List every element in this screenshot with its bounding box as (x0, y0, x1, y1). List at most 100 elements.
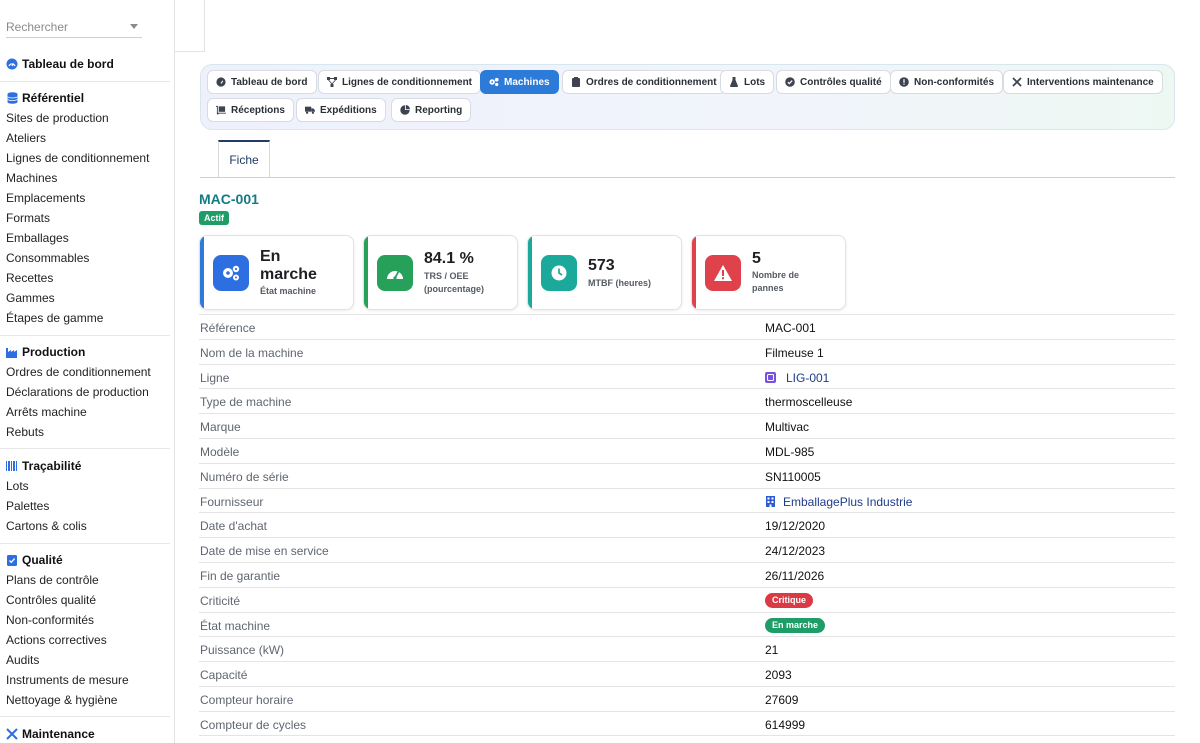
detail-row: Date de mise en service 24/12/2023 (199, 537, 1175, 562)
sidebar-item-nettoyage[interactable]: Nettoyage & hygiène (0, 690, 170, 710)
field-value: thermoscelleuse (765, 395, 853, 410)
tools-icon (6, 728, 18, 740)
sidebar-item-non-conformites[interactable]: Non-conformités (0, 610, 170, 630)
sidebar-item-emplacements[interactable]: Emplacements (0, 188, 170, 208)
field-value: 24/12/2023 (765, 544, 826, 559)
tab-lots[interactable]: Lots (720, 70, 775, 94)
field-label: Fin de garantie (200, 568, 281, 583)
tab-machines[interactable]: Machines (480, 70, 559, 94)
detail-row: Nom de la machine Filmeuse 1 (199, 338, 1175, 364)
tab-lignes-de-conditionnement[interactable]: Lignes de conditionnement (318, 70, 482, 94)
sidebar-item-audits[interactable]: Audits (0, 650, 170, 670)
kpi-value: 84.1 % (424, 250, 474, 267)
sidebar-item-instruments[interactable]: Instruments de mesure (0, 670, 170, 690)
sidebar-item-formats[interactable]: Formats (0, 208, 170, 228)
field-label: Compteur horaire (200, 692, 294, 707)
detail-row: Capacité 2093 (199, 661, 1175, 686)
sidebar-item-gammes[interactable]: Gammes (0, 288, 170, 308)
sidebar-item-recettes[interactable]: Recettes (0, 268, 170, 288)
kpi-nombre-pannes: 5 Nombre de pannes (691, 235, 846, 310)
database-icon (6, 92, 18, 104)
ligne-link[interactable]: LIG-001 (765, 371, 829, 385)
building-icon (765, 496, 776, 508)
detail-row: Type de machine thermoscelleuse (199, 388, 1175, 413)
kpi-label: Nombre de pannes (752, 270, 800, 293)
tab-tableau-de-bord[interactable]: Tableau de bord (207, 70, 317, 94)
sidebar-item-ordres[interactable]: Ordres de conditionnement (0, 362, 170, 382)
field-label: Numéro de série (200, 469, 289, 484)
exclamation-circle-icon (899, 77, 909, 87)
field-value: SN110005 (765, 469, 821, 484)
sidebar-item-ateliers[interactable]: Ateliers (0, 128, 170, 148)
detail-row: Numéro de série SN110005 (199, 462, 1175, 488)
sidebar-item-cartons[interactable]: Cartons & colis (0, 516, 170, 536)
sidebar-item-emballages[interactable]: Emballages (0, 228, 170, 248)
detail-row: Compteur de cycles 614999 (199, 710, 1175, 736)
sidebar: Rechercher Tableau de bord Référentiel S… (0, 0, 175, 743)
tab-interventions-maintenance[interactable]: Interventions maintenance (1003, 70, 1163, 94)
top-blank-area (175, 0, 205, 52)
detail-row: Marque Multivac (199, 413, 1175, 438)
chevron-down-icon[interactable] (130, 24, 138, 29)
field-label: Marque (200, 420, 241, 435)
sidebar-item-plans[interactable]: Plans de contrôle (0, 570, 170, 590)
sidebar-item-declarations[interactable]: Déclarations de production (0, 382, 170, 402)
dolly-icon (216, 105, 226, 115)
clipboard-icon (571, 77, 581, 87)
gears-icon (489, 77, 499, 87)
fournisseur-link-text: EmballagePlus Industrie (783, 494, 913, 509)
kpi-value: En marche (260, 248, 317, 283)
field-label: État machine (200, 618, 271, 633)
ligne-link-text: LIG-001 (786, 370, 830, 385)
field-value: Multivac (765, 420, 810, 435)
search-select[interactable]: Rechercher (6, 16, 142, 38)
tab-non-conformites[interactable]: Non-conformités (890, 70, 1003, 94)
kpi-value: 573 (588, 257, 615, 274)
sidebar-item-consommables[interactable]: Consommables (0, 248, 170, 268)
field-label: Capacité (200, 668, 248, 683)
sidebar-section-production[interactable]: Production (0, 342, 170, 362)
fournisseur-link[interactable]: EmballagePlus Industrie (765, 495, 912, 509)
sidebar-item-arrets[interactable]: Arrêts machine (0, 402, 170, 422)
field-label: Date de mise en service (200, 544, 329, 559)
tools-icon (1012, 77, 1022, 87)
tab-expeditions[interactable]: Expéditions (296, 98, 386, 122)
sidebar-section-tracabilite[interactable]: Traçabilité (0, 456, 170, 476)
field-value: 2093 (765, 668, 792, 683)
tab-receptions[interactable]: Réceptions (207, 98, 294, 122)
clock-icon (541, 255, 577, 291)
field-label: Ligne (200, 370, 230, 385)
field-label: Référence (200, 321, 256, 335)
detail-row: Fournisseur EmballagePlus Industrie (199, 487, 1175, 513)
sidebar-item-palettes[interactable]: Palettes (0, 496, 170, 516)
sidebar-item-machines[interactable]: Machines (0, 168, 170, 188)
detail-row: État machine En marche (199, 611, 1175, 637)
field-label: Puissance (kW) (200, 643, 285, 658)
sidebar-item-rebuts[interactable]: Rebuts (0, 422, 170, 442)
tab-fiche[interactable]: Fiche (218, 140, 270, 178)
gauge-icon (377, 255, 413, 291)
sidebar-section-maintenance[interactable]: Maintenance (0, 724, 170, 743)
sidebar-section-referentiel[interactable]: Référentiel (0, 88, 170, 108)
machine-details: Référence MAC-001 Nom de la machine Film… (199, 314, 1175, 736)
etat-machine-badge: En marche (765, 617, 826, 633)
sidebar-item-dashboard[interactable]: Tableau de bord (0, 54, 170, 74)
sidebar-section-qualite[interactable]: Qualité (0, 550, 170, 570)
sidebar-item-etapes[interactable]: Étapes de gamme (0, 308, 170, 328)
sidebar-item-lots[interactable]: Lots (0, 476, 170, 496)
field-value: 21 (765, 643, 779, 658)
sidebar-item-controles[interactable]: Contrôles qualité (0, 590, 170, 610)
tab-ordres-de-conditionnement[interactable]: Ordres de conditionnement (562, 70, 726, 94)
detail-row: Ligne LIG-001 (199, 363, 1175, 389)
tab-reporting[interactable]: Reporting (391, 98, 472, 122)
sidebar-item-sites[interactable]: Sites de production (0, 108, 170, 128)
sidebar-item-actions[interactable]: Actions correctives (0, 630, 170, 650)
tab-controles-qualite[interactable]: Contrôles qualité (776, 70, 891, 94)
detail-row: Criticité Critique (199, 586, 1175, 612)
kpi-mtbf: 573 MTBF (heures) (527, 235, 682, 310)
detail-row: Fin de garantie 26/11/2026 (199, 561, 1175, 587)
barcode-icon (6, 460, 18, 472)
field-label: Compteur de cycles (200, 717, 307, 732)
field-label: Type de machine (200, 395, 292, 410)
sidebar-item-lignes[interactable]: Lignes de conditionnement (0, 148, 170, 168)
